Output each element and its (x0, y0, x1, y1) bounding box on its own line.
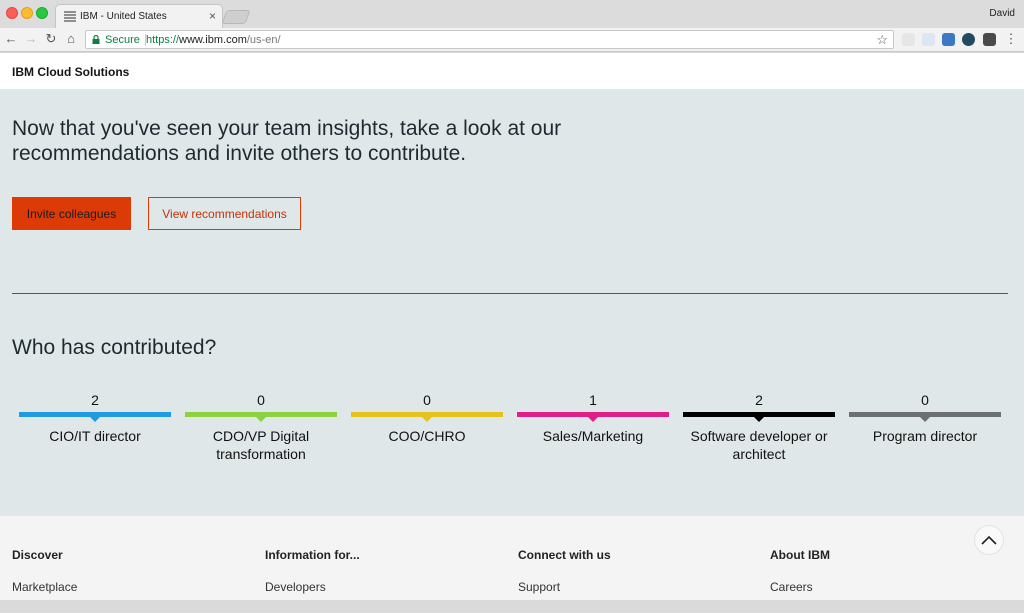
tab-close-icon[interactable]: × (209, 9, 216, 23)
role-label: CDO/VP Digital transformation (212, 428, 310, 462)
role-bar (849, 412, 1001, 422)
address-bar[interactable]: Secure https://www.ibm.com/us-en/ ☆ (85, 30, 894, 49)
hero-headline: Now that you've seen your team insights,… (12, 117, 562, 165)
contributors-title: Who has contributed? (12, 336, 217, 359)
view-recommendations-button[interactable]: View recommendations (148, 197, 301, 230)
role-program-director: 0 Program director (849, 390, 1001, 445)
footer-heading: Discover (12, 548, 63, 562)
role-coo: 0 COO/CHRO (351, 390, 503, 445)
role-count: 2 (91, 392, 99, 408)
pocket-icon[interactable] (983, 33, 996, 46)
ibm-favicon-icon (64, 11, 76, 22)
tab-title: IBM - United States (80, 11, 167, 22)
role-bar (19, 412, 171, 422)
role-bar (351, 412, 503, 422)
footer-link[interactable]: Support (518, 580, 611, 594)
profile-name[interactable]: David (989, 8, 1015, 19)
role-label: Software developer or architect (690, 428, 828, 462)
footer-heading: Information for... (265, 548, 360, 562)
footer-heading: Connect with us (518, 548, 611, 562)
maximize-window-button[interactable] (36, 7, 48, 19)
role-label: Sales/Marketing (542, 428, 644, 444)
url-scheme: https:// (146, 34, 180, 46)
section-divider (12, 293, 1008, 294)
browser-tab[interactable]: IBM - United States × (55, 4, 223, 28)
extension-icon[interactable] (962, 33, 975, 46)
masthead: IBM Cloud Solutions (0, 53, 1024, 89)
brand-title[interactable]: IBM Cloud Solutions (12, 65, 129, 79)
role-cio: 2 CIO/IT director (19, 390, 171, 445)
role-count: 0 (921, 392, 929, 408)
role-label: Program director (872, 428, 978, 444)
minimize-window-button[interactable] (21, 7, 33, 19)
url-text: https://www.ibm.com/us-en/ (146, 34, 281, 46)
menu-icon[interactable]: ⋮ (1003, 31, 1019, 47)
extension-icon[interactable] (902, 33, 915, 46)
role-bar (517, 412, 669, 422)
home-icon[interactable]: ⌂ (63, 31, 79, 47)
role-count: 2 (755, 392, 763, 408)
lock-icon (92, 35, 100, 44)
role-count: 1 (589, 392, 597, 408)
footer-column-discover: Discover Marketplace (12, 548, 77, 594)
footer-link[interactable]: Developers (265, 580, 360, 594)
contributor-roles: 2 CIO/IT director 0 CDO/VP Digital trans… (19, 390, 1009, 480)
secure-label: Secure (105, 34, 140, 46)
role-developer: 2 Software developer or architect (683, 390, 835, 463)
footer-link[interactable]: Careers (770, 580, 830, 594)
role-count: 0 (423, 392, 431, 408)
invite-colleagues-button[interactable]: Invite colleagues (12, 197, 131, 230)
page-content: IBM Cloud Solutions Now that you've seen… (0, 53, 1024, 600)
chevron-up-icon (981, 535, 997, 545)
back-icon[interactable]: ← (3, 31, 19, 47)
footer: Discover Marketplace Information for... … (0, 516, 1024, 600)
role-bar (683, 412, 835, 422)
extension-icon[interactable] (922, 33, 935, 46)
role-bar (185, 412, 337, 422)
footer-column-about: About IBM Careers (770, 548, 830, 594)
role-count: 0 (257, 392, 265, 408)
reload-icon[interactable]: ↻ (43, 31, 59, 47)
footer-link[interactable]: Marketplace (12, 580, 77, 594)
role-label: CIO/IT director (49, 428, 141, 444)
footer-column-connect: Connect with us Support (518, 548, 611, 594)
role-sales: 1 Sales/Marketing (517, 390, 669, 445)
new-tab-button[interactable] (221, 10, 251, 24)
forward-icon[interactable]: → (23, 31, 39, 47)
window-bottom-edge (0, 600, 1024, 613)
url-path: /us-en/ (246, 34, 281, 46)
star-icon[interactable]: ☆ (876, 32, 888, 48)
scroll-to-top-button[interactable] (974, 525, 1004, 555)
footer-heading: About IBM (770, 548, 830, 562)
extension-icon[interactable] (942, 33, 955, 46)
browser-tab-bar: IBM - United States × David (0, 0, 1024, 28)
footer-column-information: Information for... Developers (265, 548, 360, 594)
url-host: www.ibm.com (179, 34, 247, 46)
role-label: COO/CHRO (388, 428, 466, 444)
browser-toolbar: ← → ↻ ⌂ Secure https://www.ibm.com/us-en… (0, 28, 1024, 52)
role-cdo: 0 CDO/VP Digital transformation (185, 390, 337, 463)
close-window-button[interactable] (6, 7, 18, 19)
